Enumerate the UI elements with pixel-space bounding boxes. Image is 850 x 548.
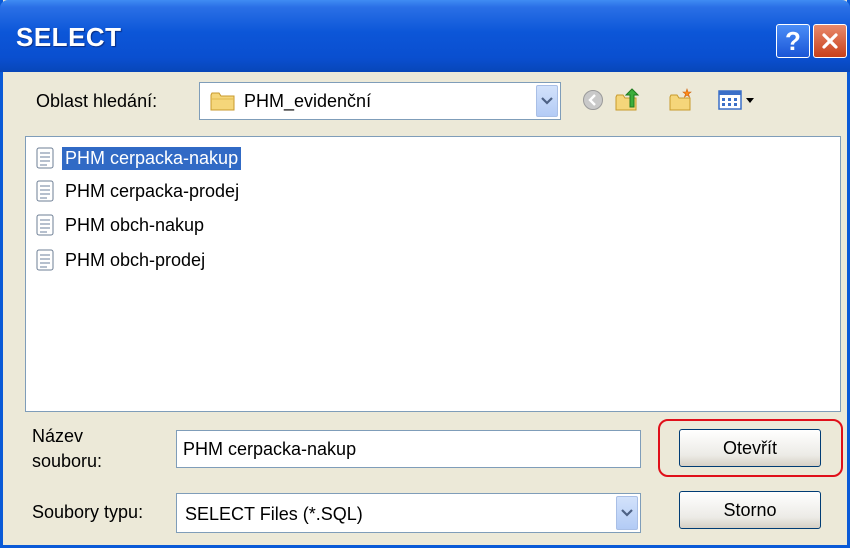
up-folder-button[interactable] — [613, 86, 641, 114]
folder-icon — [210, 92, 235, 111]
filename-input[interactable]: PHM cerpacka-nakup — [176, 430, 641, 468]
file-name: PHM cerpacka-nakup — [62, 146, 242, 170]
close-icon — [822, 33, 838, 49]
back-button[interactable] — [579, 86, 607, 114]
back-icon — [583, 90, 603, 110]
help-button[interactable]: ? — [776, 24, 810, 58]
filename-value: PHM cerpacka-nakup — [183, 438, 357, 459]
cancel-button[interactable]: Storno — [679, 491, 821, 529]
new-folder-button[interactable] — [667, 86, 695, 114]
chevron-down-icon — [541, 97, 553, 105]
filetype-dropdown[interactable]: SELECT Files (*.SQL) — [176, 493, 641, 533]
filename-label-line1: Název — [32, 426, 84, 446]
sql-file-icon — [36, 180, 54, 202]
sql-file-icon — [36, 249, 54, 271]
sql-file-icon — [36, 214, 54, 236]
new-folder-icon — [669, 88, 692, 111]
file-name: PHM obch-nakup — [65, 214, 205, 235]
file-name: PHM obch-prodej — [65, 249, 206, 270]
view-menu-icon — [718, 90, 754, 110]
filetype-dropdown-arrow[interactable] — [616, 496, 638, 530]
look-in-label: Oblast hledání: — [36, 91, 158, 111]
file-item-2[interactable]: PHM obch-nakup — [34, 212, 207, 238]
close-button[interactable] — [813, 24, 847, 58]
filetype-label: Soubory typu: — [32, 502, 144, 522]
file-item-0[interactable]: PHM cerpacka-nakup — [34, 145, 242, 171]
window-title: SELECT — [16, 22, 122, 52]
file-open-dialog: SELECT ? Oblast hledání: PHM_evidenční P… — [0, 0, 850, 548]
file-item-3[interactable]: PHM obch-prodej — [34, 247, 208, 273]
view-menu-button[interactable] — [715, 86, 763, 114]
file-item-1[interactable]: PHM cerpacka-prodej — [34, 178, 242, 204]
chevron-down-icon — [621, 509, 633, 517]
look-in-dropdown-arrow[interactable] — [536, 85, 558, 117]
look-in-dropdown[interactable]: PHM_evidenční — [199, 82, 561, 120]
up-folder-icon — [615, 88, 640, 111]
file-name: PHM cerpacka-prodej — [65, 180, 240, 201]
help-icon: ? — [785, 25, 801, 56]
filetype-value: SELECT Files (*.SQL) — [185, 504, 363, 524]
sql-file-icon — [36, 147, 54, 169]
title-bar[interactable]: SELECT ? — [0, 0, 850, 72]
open-button[interactable]: Otevřít — [679, 429, 821, 467]
file-list[interactable]: PHM cerpacka-nakup PHM cerpacka-prodej P… — [25, 136, 841, 412]
filename-label-line2: souboru: — [32, 451, 103, 471]
look-in-value: PHM_evidenční — [244, 91, 372, 111]
